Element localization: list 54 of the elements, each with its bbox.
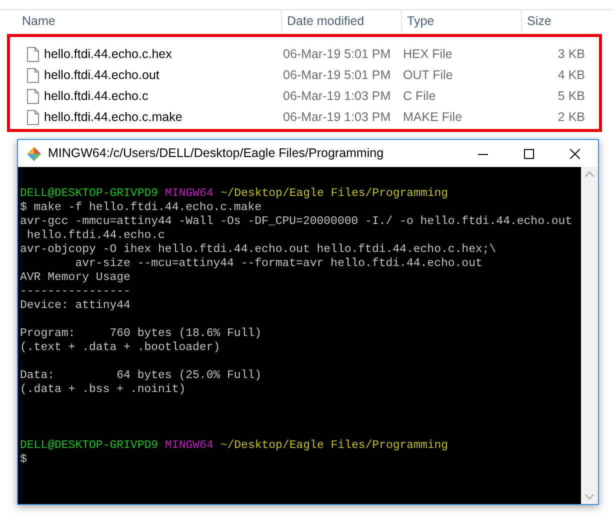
console-line: (.text + .data + .bootloader) xyxy=(20,341,220,354)
file-type: OUT File xyxy=(403,68,453,82)
console-line: Device: attiny44 xyxy=(20,299,130,312)
app-icon xyxy=(27,146,41,160)
prompt-system: MINGW64 xyxy=(165,439,214,453)
window-title: MINGW64:/c/Users/DELL/Desktop/Eagle Files/Programming xyxy=(48,145,384,162)
file-type: C File xyxy=(403,89,436,104)
file-size: 3 KB xyxy=(558,47,585,62)
file-size: 4 KB xyxy=(558,68,585,82)
scroll-up-icon[interactable] xyxy=(585,171,594,177)
file-row[interactable]: hello.ftdi.44.echo.out 06-Mar-19 5:01 PM OUT File 4 KB xyxy=(10,65,599,86)
prompt-path: ~/Desktop/Eagle Files/Programming xyxy=(220,187,448,201)
console-line: hello.ftdi.44.echo.c xyxy=(26,229,165,242)
console-line: $ xyxy=(20,453,27,466)
file-name: hello.ftdi.44.echo.c xyxy=(44,88,148,106)
file-size: 2 KB xyxy=(558,110,585,124)
file-type: MAKE File xyxy=(403,110,462,124)
console-line: $ make -f hello.ftdi.44.echo.c.make xyxy=(20,201,262,214)
file-row[interactable]: hello.ftdi.44.echo.c.hex 06-Mar-19 5:01 PM HEX File 3 KB xyxy=(10,44,599,65)
file-name: hello.ftdi.44.echo.out xyxy=(44,67,160,84)
console-line: Program: 760 bytes (18.6% Full) xyxy=(20,327,262,340)
column-header[interactable]: Date modified xyxy=(287,12,364,31)
file-date: 06-Mar-19 5:01 PM xyxy=(283,68,391,82)
file-size: 5 KB xyxy=(558,89,585,104)
console-line: avr-objcopy -O ihex hello.ftdi.44.echo.out hello.ftdi.44.echo.c.hex;\ xyxy=(20,243,496,256)
console-line: avr-gcc -mmcu=attiny44 -Wall -Os -DF_CPU=20000000 -I./ -o hello.ftdi.44.echo.out xyxy=(20,215,572,228)
maximize-icon xyxy=(524,148,534,158)
console-line: AVR Memory Usage xyxy=(20,271,130,284)
file-icon xyxy=(27,110,39,125)
file-row[interactable]: hello.ftdi.44.echo.c.make 06-Mar-19 1:03 PM MAKE File 2 KB xyxy=(10,107,599,128)
file-date: 06-Mar-19 1:03 PM xyxy=(283,110,391,124)
file-date: 06-Mar-19 1:03 PM xyxy=(283,89,391,104)
file-icon xyxy=(27,47,39,62)
console-line: Data: 64 bytes (25.0% Full) xyxy=(20,369,262,382)
prompt-user: DELL@DESKTOP-GRIVPD9 xyxy=(20,439,158,453)
prompt-user: DELL@DESKTOP-GRIVPD9 xyxy=(20,187,158,201)
file-type: HEX File xyxy=(403,47,452,62)
scroll-down-icon[interactable] xyxy=(585,494,594,500)
file-row[interactable]: hello.ftdi.44.echo.c 06-Mar-19 1:03 PM C File 5 KB xyxy=(10,86,599,107)
file-name: hello.ftdi.44.echo.c.hex xyxy=(44,46,172,64)
file-icon xyxy=(27,68,39,83)
prompt-system: MINGW64 xyxy=(165,187,214,201)
prompt-path: ~/Desktop/Eagle Files/Programming xyxy=(220,439,448,453)
file-date: 06-Mar-19 5:01 PM xyxy=(283,47,391,62)
file-name: hello.ftdi.44.echo.c.make xyxy=(44,109,182,126)
console-line: ---------------- xyxy=(20,285,130,298)
column-header[interactable]: Size xyxy=(527,12,552,31)
scrollbar[interactable] xyxy=(581,167,598,504)
close-icon xyxy=(570,148,580,158)
file-icon xyxy=(27,89,39,104)
column-header[interactable]: Name xyxy=(22,12,56,31)
console-line: (.data + .bss + .noinit) xyxy=(20,383,186,396)
console-line: avr-size --mcu=attiny44 --format=avr hello.ftdi.44.echo.out xyxy=(74,257,482,270)
column-header[interactable]: Type xyxy=(407,12,434,31)
